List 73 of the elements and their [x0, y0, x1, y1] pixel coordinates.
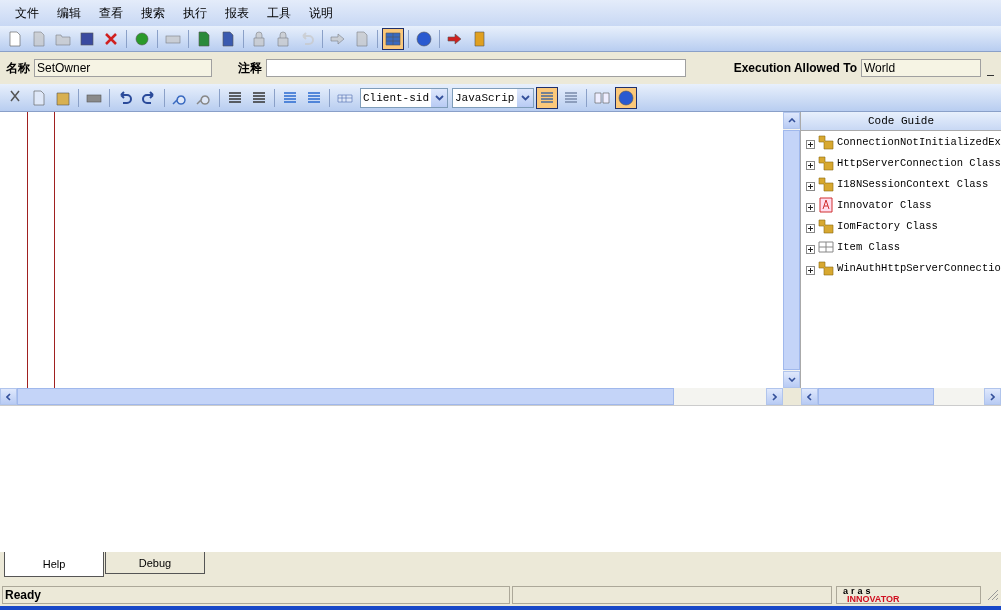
class-icon — [818, 196, 834, 213]
chevron-down-icon — [434, 94, 444, 101]
chevron-down-icon — [520, 94, 530, 101]
dropdown[interactable]: JavaScrip — [452, 87, 534, 108]
word-document-icon — [220, 30, 236, 47]
expander-icon[interactable] — [806, 224, 815, 233]
expander-icon[interactable] — [806, 182, 815, 191]
menu-item[interactable]: 工具 — [258, 4, 300, 22]
folder-icon — [818, 154, 834, 171]
menu-item[interactable]: 报表 — [216, 4, 258, 22]
folder-icon — [818, 175, 834, 192]
undo-icon — [299, 30, 315, 47]
logo: aras INNOVATOR — [836, 586, 981, 604]
resize-grip-icon[interactable] — [987, 589, 999, 601]
folder-icon — [818, 133, 834, 150]
name-field[interactable]: SetOwner — [34, 59, 212, 77]
diagram-icon — [385, 30, 401, 47]
menu-item[interactable]: 文件 — [6, 4, 48, 22]
tree-item[interactable]: ConnectionNotInitializedEx — [837, 135, 1001, 148]
toolbar-button[interactable] — [382, 27, 404, 50]
vertical-scrollbar[interactable] — [783, 112, 800, 388]
field-label: Execution Allowed To — [733, 61, 857, 75]
spreadsheet-icon — [196, 30, 212, 47]
tree-item[interactable]: WinAuthHttpServerConnectio — [837, 261, 1001, 274]
dash-icon — [986, 73, 994, 76]
dropdown[interactable]: Client-sid — [360, 87, 448, 108]
toolbar-button[interactable] — [615, 86, 637, 109]
chevron-up-icon — [787, 118, 796, 123]
scrollbar-corner — [783, 388, 801, 405]
list-icon — [539, 89, 555, 106]
toolbar-button[interactable] — [536, 86, 558, 109]
field-label: 名称 — [6, 59, 30, 77]
horizontal-scrollbar[interactable] — [0, 388, 783, 405]
tree-item[interactable]: HttpServerConnection Class — [837, 156, 1001, 169]
chevron-left-icon — [807, 392, 812, 401]
expander-icon[interactable] — [806, 245, 815, 254]
folder-icon — [818, 217, 834, 234]
expander-icon[interactable] — [806, 161, 815, 170]
menu-item[interactable]: 说明 — [300, 4, 342, 22]
menu-item[interactable]: 查看 — [90, 4, 132, 22]
tab[interactable]: Debug — [105, 552, 205, 574]
chevron-right-icon — [990, 392, 995, 401]
expander-icon[interactable] — [806, 203, 815, 212]
table-icon — [818, 238, 834, 255]
expander-icon[interactable] — [806, 266, 815, 275]
tree-item[interactable]: Item Class — [837, 240, 900, 253]
menu-item[interactable]: 搜索 — [132, 4, 174, 22]
comment-field[interactable] — [266, 59, 686, 77]
delete-icon — [103, 30, 119, 47]
chevron-left-icon — [6, 392, 11, 401]
document-icon — [354, 30, 370, 47]
expander-icon[interactable] — [806, 140, 815, 149]
field-label: 注释 — [238, 59, 262, 77]
tab[interactable]: Help — [4, 552, 104, 577]
execution-field[interactable]: World — [861, 59, 981, 77]
unlock-icon — [275, 30, 291, 47]
menu-item[interactable]: 执行 — [174, 4, 216, 22]
menu-item[interactable]: 编辑 — [48, 4, 90, 22]
tree-item[interactable]: Innovator Class — [837, 198, 932, 211]
undo-icon — [117, 89, 133, 106]
tree-item[interactable]: IomFactory Class — [837, 219, 938, 232]
chevron-down-icon — [787, 377, 796, 382]
lock-icon — [251, 30, 267, 47]
redo-icon — [141, 89, 157, 106]
chevron-right-icon — [772, 392, 777, 401]
status-text: Ready — [2, 586, 510, 604]
tree-item[interactable]: I18NSessionContext Class — [837, 177, 989, 190]
arrow-icon — [330, 30, 346, 47]
panel-header: Code Guide — [801, 112, 1001, 131]
folder-icon — [818, 259, 834, 276]
copy-icon — [31, 89, 47, 106]
horizontal-scrollbar[interactable] — [801, 388, 1001, 405]
page-icon — [7, 30, 23, 47]
